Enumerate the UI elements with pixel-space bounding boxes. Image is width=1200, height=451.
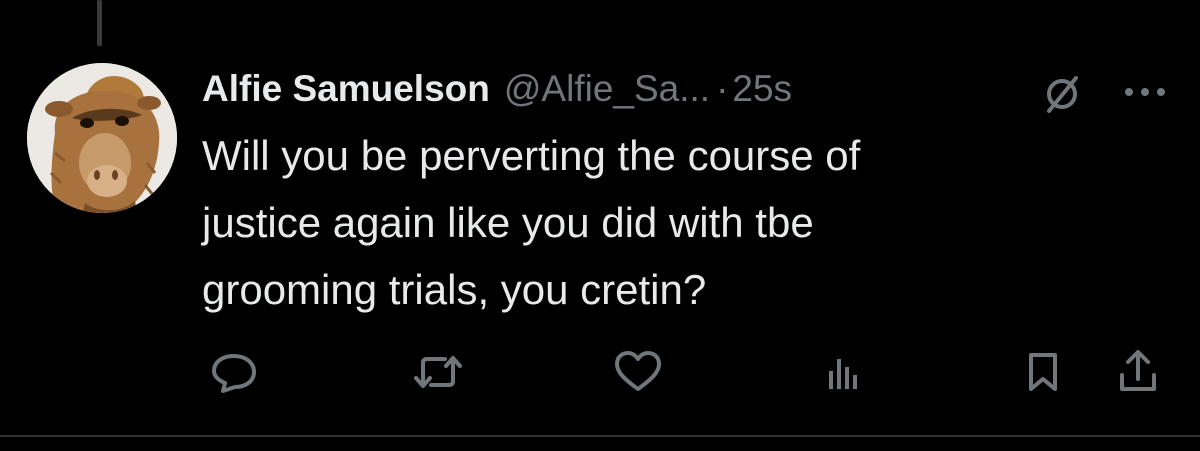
tweet-text-line: grooming trials, you cretin? [202,266,707,313]
tweet-text-line: Will you be perverting the course of [202,132,861,179]
alf-avatar-icon [27,63,177,213]
reply-button[interactable] [206,344,262,400]
tweet-text: Will you be perverting the course of jus… [202,122,1102,323]
tweet-timestamp[interactable]: 25s [732,68,792,110]
thread-connector-line [97,0,102,46]
tweet-header: Alfie Samuelson @Alfie_Sa... · 25s [202,64,792,114]
bookmark-icon [1029,353,1057,391]
retweet-button[interactable] [410,344,466,400]
grok-icon[interactable] [1040,72,1084,116]
bookmark-button[interactable] [1015,344,1071,400]
reply-icon [212,354,256,393]
avatar[interactable] [27,63,177,213]
views-icon [829,359,857,389]
separator-dot: · [716,68,729,109]
like-icon [615,351,661,391]
tweet-divider [0,435,1200,437]
tweet-text-line: justice again like you did with tbe [202,199,814,246]
like-button[interactable] [610,344,666,400]
share-icon [1120,350,1156,391]
author-handle[interactable]: @Alfie_Sa... [504,68,710,110]
more-options-icon[interactable] [1117,80,1173,104]
share-button[interactable] [1110,344,1166,400]
retweet-icon [414,356,462,388]
author-display-name[interactable]: Alfie Samuelson [202,68,490,110]
views-button[interactable] [814,344,870,400]
